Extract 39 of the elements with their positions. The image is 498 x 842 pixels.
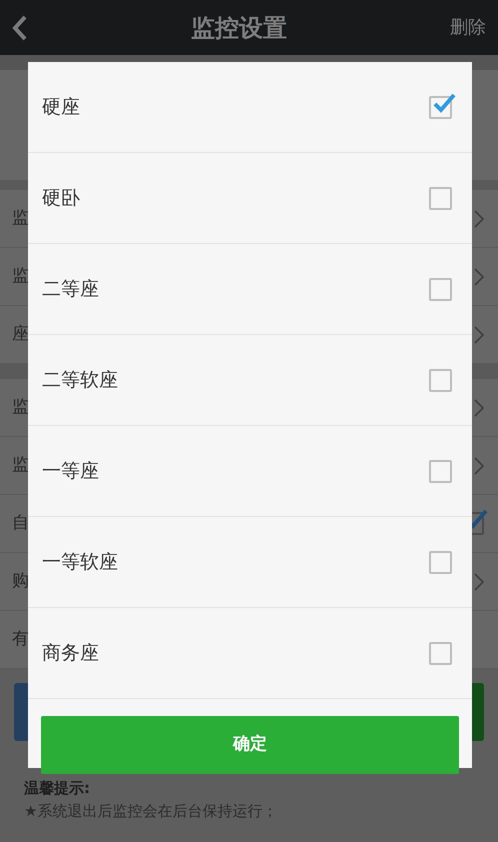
setting-label: 购	[12, 570, 29, 593]
chevron-right-icon	[474, 572, 484, 590]
option-label: 一等软座	[42, 550, 118, 575]
checkbox[interactable]	[429, 278, 452, 300]
option-row[interactable]: 二等软座	[28, 335, 472, 426]
option-row[interactable]: 一等座	[28, 426, 472, 517]
check-icon	[432, 92, 456, 116]
setting-label: 座	[12, 322, 29, 346]
option-label: 二等软座	[42, 368, 118, 393]
option-row[interactable]: 一等软座	[28, 517, 472, 608]
checkbox[interactable]	[429, 368, 452, 392]
setting-label: 监	[12, 206, 29, 230]
option-label: 硬卧	[42, 186, 80, 211]
delete-button[interactable]: 删除	[450, 14, 486, 41]
chevron-right-icon	[474, 456, 484, 474]
option-label: 一等座	[42, 458, 99, 484]
chevron-right-icon	[474, 268, 484, 286]
page-title: 监控设置	[191, 12, 287, 44]
option-row[interactable]: 二等座	[28, 244, 472, 335]
back-icon[interactable]	[12, 14, 28, 40]
checkbox[interactable]	[429, 550, 452, 574]
setting-label: 有	[12, 628, 29, 651]
checkbox[interactable]	[429, 460, 452, 482]
option-label: 硬座	[42, 94, 80, 120]
setting-label: 自	[12, 512, 29, 535]
option-row[interactable]: 硬座	[28, 62, 472, 153]
setting-label: 监	[12, 264, 29, 288]
chevron-right-icon	[474, 398, 484, 416]
tips-title: 温馨提示:	[24, 778, 91, 799]
setting-label: 监	[12, 396, 29, 419]
checkbox[interactable]	[429, 642, 452, 664]
checkbox[interactable]	[429, 186, 452, 210]
chevron-right-icon	[474, 326, 484, 344]
option-label: 商务座	[42, 640, 99, 666]
option-row[interactable]: 硬卧	[28, 153, 472, 244]
option-row[interactable]: 商务座	[28, 608, 472, 699]
setting-label: 监	[12, 454, 29, 477]
chevron-right-icon	[474, 210, 484, 228]
option-label: 二等座	[42, 276, 99, 302]
